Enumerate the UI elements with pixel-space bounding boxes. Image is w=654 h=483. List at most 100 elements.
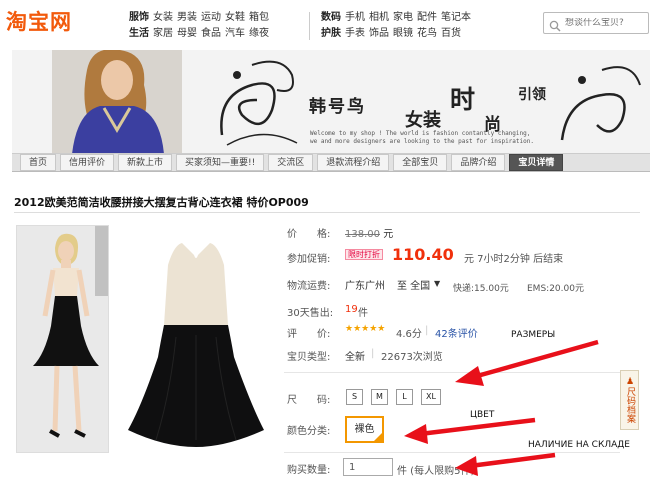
search-icon[interactable] (549, 17, 561, 32)
tab-brand[interactable]: 品牌介绍 (451, 154, 506, 171)
category-link[interactable]: 家居 (153, 26, 177, 42)
review-count-link[interactable]: 42条评价 (435, 325, 478, 340)
express-fee: 快递:15.00元 (453, 284, 509, 294)
search-box (543, 12, 650, 34)
color-label: 颜色分类: (287, 426, 331, 437)
category-link[interactable]: 服饰 (129, 10, 153, 26)
quantity-input[interactable] (343, 458, 393, 476)
tab-new-arrivals[interactable]: 新款上市 (118, 154, 173, 171)
model-figure (17, 226, 108, 452)
category-link[interactable]: 相机 (369, 10, 393, 26)
view-count: 22673次浏览 (381, 352, 443, 363)
category-link[interactable]: 食品 (201, 26, 225, 42)
category-link[interactable]: 饰品 (369, 26, 393, 42)
size-option-s[interactable]: S (346, 389, 363, 405)
sold-label: 30天售出: (287, 308, 334, 319)
tab-home[interactable]: 首页 (20, 154, 57, 171)
category-link[interactable]: 护肤 (321, 26, 345, 42)
type-value: 全新 (345, 352, 365, 363)
model-photo (52, 50, 182, 154)
separator: | (371, 348, 375, 359)
original-price-value: 138.00 (345, 229, 380, 240)
size-chart-side-tab[interactable]: ♟尺码档案 (620, 370, 639, 430)
category-link[interactable]: 手机 (345, 10, 369, 26)
category-link[interactable]: 生活 (129, 26, 153, 42)
countdown-text: 元 7小时2分钟 后结束 (464, 254, 564, 265)
annotation-color: ЦВЕТ (470, 410, 495, 420)
category-link[interactable]: 数码 (321, 10, 345, 26)
review-label: 评 价: (287, 329, 331, 340)
sale-price: 110.40 (392, 245, 454, 264)
category-group-fashion: 服饰 女装 男装 运动 女鞋 箱包 生活 家居 母婴 食品 汽车 缘夜 (129, 10, 273, 42)
divider (284, 452, 620, 453)
category-link[interactable]: 缘夜 (249, 26, 273, 42)
promo-badge-wrap: 限时打折 (345, 249, 383, 260)
rating-score: 4.6分 (396, 329, 422, 340)
category-link[interactable]: 家电 (393, 10, 417, 26)
dress-image (128, 243, 264, 447)
banner-word: 女装 (405, 110, 441, 131)
category-row: 护肤 手表 饰品 眼镜 花鸟 百货 (321, 26, 477, 42)
category-link[interactable]: 女鞋 (225, 10, 249, 26)
currency-unit: 元 (383, 229, 394, 240)
banner-word: 时 (450, 85, 476, 114)
side-tab-label: 尺码档案 (625, 387, 635, 423)
category-link[interactable]: 母婴 (177, 26, 201, 42)
category-link[interactable]: 笔记本 (441, 10, 477, 26)
sold-unit: 件 (358, 308, 368, 319)
arrow-to-sizes (455, 339, 599, 386)
category-link[interactable]: 男装 (177, 10, 201, 26)
arrow-to-color (404, 417, 536, 444)
category-group-digital: 数码 手机 相机 家电 配件 笔记本 护肤 手表 饰品 眼镜 花鸟 百货 (321, 10, 477, 42)
search-input[interactable] (565, 18, 650, 28)
banner-tagline: we and more designers are looking to the… (310, 138, 534, 145)
category-row: 服饰 女装 男装 运动 女鞋 箱包 (129, 10, 273, 26)
promo-badge: 限时打折 (345, 249, 383, 260)
category-link[interactable]: 运动 (201, 10, 225, 26)
annotation-stock: НАЛИЧИЕ НА СКЛАДЕ (528, 440, 630, 450)
main-product-photo[interactable] (116, 225, 276, 453)
category-link[interactable]: 百货 (441, 26, 465, 42)
person-icon: ♟ (625, 377, 635, 387)
tab-all-items[interactable]: 全部宝贝 (393, 154, 448, 171)
original-price: 138.00 元 (345, 225, 393, 240)
price-label: 价 格: (287, 229, 331, 240)
promo-label: 参加促销: (287, 254, 331, 265)
size-option-m[interactable]: M (371, 389, 388, 405)
tab-ratings[interactable]: 信用评价 (60, 154, 115, 171)
tab-item-details[interactable]: 宝贝详情 (509, 154, 564, 171)
tab-refund-process[interactable]: 退款流程介绍 (317, 154, 390, 171)
category-link[interactable]: 箱包 (249, 10, 273, 26)
category-row: 数码 手机 相机 家电 配件 笔记本 (321, 10, 477, 26)
quantity-limit-note: 件 (每人限购5件) (397, 466, 475, 477)
category-link[interactable]: 配件 (417, 10, 441, 26)
shop-nav: 首页 信用评价 新款上市 买家须知—重要!! 交流区 退款流程介绍 全部宝贝 品… (12, 153, 650, 172)
brand-name: 韩号鸟 (309, 97, 366, 117)
tab-buyer-notice[interactable]: 买家须知—重要!! (176, 154, 265, 171)
color-option-nude[interactable]: 裸色 (345, 416, 384, 443)
category-link[interactable]: 眼镜 (393, 26, 417, 42)
category-link[interactable]: 女装 (153, 10, 177, 26)
size-option-l[interactable]: L (396, 389, 413, 405)
shop-banner: 韩号鸟 女装 时 尚 引领 Welcome to my shop ! The w… (12, 50, 650, 154)
category-link[interactable]: 手表 (345, 26, 369, 42)
size-option-xl[interactable]: XL (421, 389, 441, 405)
ems-fee: EMS:20.00元 (527, 284, 584, 294)
category-link[interactable]: 汽车 (225, 26, 249, 42)
banner-tagline: Welcome to my shop ! The world is fashio… (310, 130, 531, 137)
tab-forum[interactable]: 交流区 (268, 154, 314, 171)
annotation-sizes: РАЗМЕРЫ (511, 330, 556, 340)
sold-count: 19 (345, 304, 358, 315)
swirl-ornament-left (220, 60, 298, 146)
category-link[interactable]: 花鸟 (417, 26, 441, 42)
ship-from: 广东广州 (345, 281, 385, 292)
product-title: 2012欧美范简洁收腰拼接大摆复古背心连衣裙 特价OP009 (14, 196, 309, 209)
chevron-down-icon[interactable]: ▼ (434, 279, 440, 288)
divider (14, 212, 640, 213)
taobao-logo[interactable]: 淘宝网 (6, 6, 72, 36)
ship-to[interactable]: 至 全国 (397, 277, 430, 292)
thumbnail-photo[interactable] (16, 225, 109, 453)
shipping-label: 物流运费: (287, 281, 331, 292)
size-label: 尺 码: (287, 395, 331, 406)
type-label: 宝贝类型: (287, 352, 331, 363)
